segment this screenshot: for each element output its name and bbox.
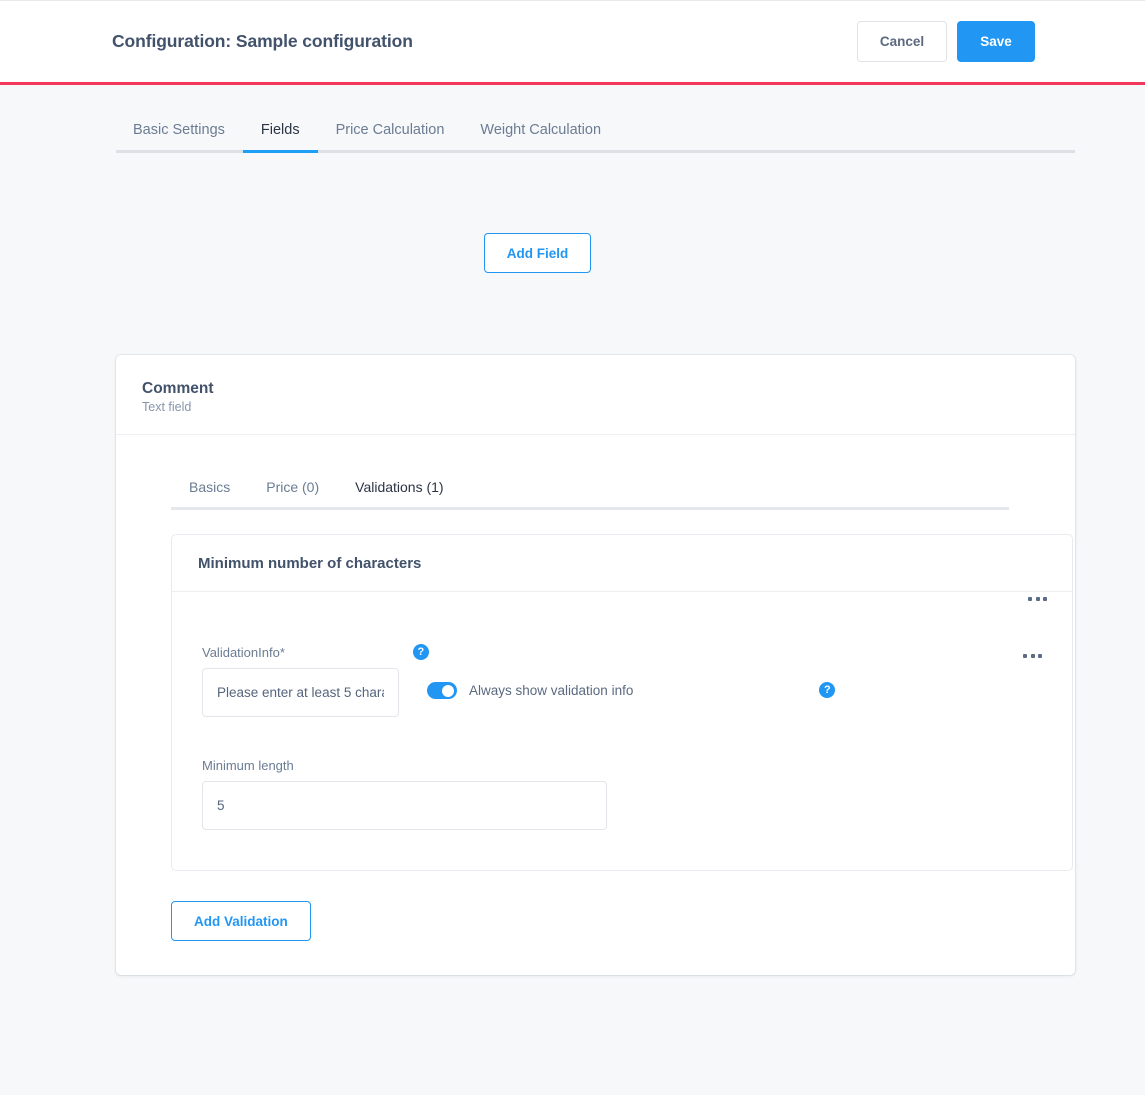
minimum-length-block: Minimum length <box>202 758 1046 830</box>
tab-basic-settings[interactable]: Basic Settings <box>116 122 243 150</box>
help-circle-icon-always-show[interactable]: ? <box>819 682 835 698</box>
more-horizontal-icon-validation[interactable] <box>1019 650 1046 662</box>
field-card: Comment Text field Basics Price (0) Vali… <box>116 355 1075 975</box>
save-button[interactable]: Save <box>957 21 1035 62</box>
tab-price-calculation[interactable]: Price Calculation <box>318 122 463 150</box>
tab-validations[interactable]: Validations (1) <box>337 479 461 507</box>
minimum-length-label: Minimum length <box>202 758 1046 773</box>
always-show-toggle-label: Always show validation info <box>469 683 633 698</box>
tab-price[interactable]: Price (0) <box>248 479 337 507</box>
main-tabs: Basic Settings Fields Price Calculation … <box>116 122 1075 150</box>
add-field-button[interactable]: Add Field <box>484 233 592 273</box>
validation-info-label-row: ValidationInfo* ? <box>202 644 1046 660</box>
add-validation-row: Add Validation <box>171 901 1049 941</box>
field-tabs: Basics Price (0) Validations (1) <box>171 479 1009 507</box>
field-card-title: Comment <box>142 379 1049 398</box>
tab-weight-calculation[interactable]: Weight Calculation <box>462 122 619 150</box>
field-card-body: Basics Price (0) Validations (1) Minimum… <box>116 479 1075 975</box>
validation-info-input[interactable] <box>202 668 399 717</box>
page-body: Basic Settings Fields Price Calculation … <box>0 122 1145 273</box>
field-card-header: Comment Text field <box>116 355 1075 435</box>
main-tabs-underline-track <box>116 150 1075 153</box>
page-title: Configuration: Sample configuration <box>112 31 413 52</box>
field-tabbar: Basics Price (0) Validations (1) <box>171 479 1009 510</box>
field-card-subtitle: Text field <box>142 400 1049 414</box>
main-tabs-active-underline <box>243 150 318 153</box>
always-show-toggle-group: Always show validation info <box>427 682 633 699</box>
validation-card-body: ValidationInfo* ? Always show validation… <box>172 592 1072 870</box>
always-show-toggle[interactable] <box>427 682 457 699</box>
add-validation-button[interactable]: Add Validation <box>171 901 311 941</box>
cancel-button[interactable]: Cancel <box>857 21 947 62</box>
add-field-row: Add Field <box>0 233 1075 273</box>
tab-fields[interactable]: Fields <box>243 122 318 150</box>
header-accent-rule <box>0 82 1145 85</box>
validation-info-row: Always show validation info ? <box>202 668 1046 717</box>
main-tabbar: Basic Settings Fields Price Calculation … <box>116 122 1075 153</box>
validation-card: Minimum number of characters ValidationI… <box>171 534 1073 871</box>
validation-info-label: ValidationInfo* <box>202 645 285 660</box>
tab-basics[interactable]: Basics <box>171 479 248 507</box>
minimum-length-input[interactable] <box>202 781 607 830</box>
app-header: Configuration: Sample configuration Canc… <box>0 0 1145 82</box>
header-actions: Cancel Save <box>857 21 1035 62</box>
toggle-knob <box>442 685 454 697</box>
validation-card-title: Minimum number of characters <box>172 535 1072 592</box>
help-circle-icon-validation-info[interactable]: ? <box>413 644 429 660</box>
field-tabs-underline-track <box>171 507 1009 510</box>
